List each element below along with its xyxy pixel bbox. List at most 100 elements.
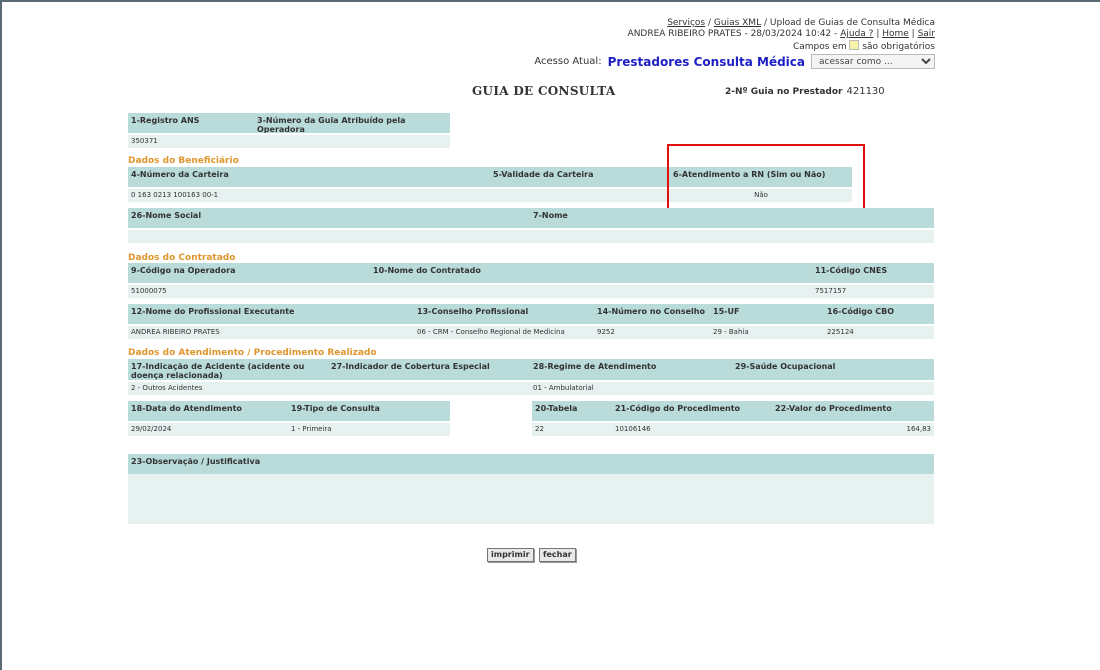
field-uf: 15-UF 29 - Bahia	[710, 304, 824, 339]
field-value	[370, 285, 812, 298]
num-guia-prestador: 2-Nº Guia no Prestador 421130	[725, 86, 885, 97]
breadcrumb-current: Upload de Guias de Consulta Médica	[769, 18, 935, 28]
field-value	[732, 382, 934, 395]
field-num-guia-operadora: 3-Número da Guia Atribuído pela Operador…	[254, 113, 450, 148]
header-nav: Serviços / Guias XML / Upload de Guias d…	[628, 18, 935, 53]
field-regime-atendimento: 28-Regime de Atendimento 01 - Ambulatori…	[530, 359, 732, 395]
field-nome-contratado: 10-Nome do Contratado	[370, 263, 812, 298]
field-label: 28-Regime de Atendimento	[530, 359, 732, 380]
user-info: ANDREA RIBEIRO PRATES - 28/03/2024 10:42…	[627, 29, 841, 39]
breadcrumb: Serviços / Guias XML / Upload de Guias d…	[628, 18, 935, 29]
field-label: 13-Conselho Profissional	[414, 304, 594, 324]
field-label: 1-Registro ANS	[128, 113, 254, 133]
field-indicacao-acidente: 17-Indicação de Acidente (acidente ou do…	[128, 359, 328, 395]
field-value: 06 - CRM - Conselho Regional de Medicina	[414, 326, 594, 339]
num-guia-prestador-label: 2-Nº Guia no Prestador	[725, 87, 843, 97]
field-label: 10-Nome do Contratado	[370, 263, 812, 283]
highlight-box	[667, 144, 865, 212]
field-value: 164,83	[772, 423, 934, 436]
field-codigo-cbo: 16-Código CBO 225124	[824, 304, 934, 339]
section-atendimento: Dados do Atendimento / Procedimento Real…	[128, 348, 377, 358]
field-label: 11-Código CNES	[812, 263, 934, 283]
field-value	[328, 382, 530, 395]
field-label: 22-Valor do Procedimento	[772, 401, 934, 421]
acesso-perfil: Prestadores Consulta Médica	[607, 54, 805, 69]
field-value: 0 163 0213 100163 00-1	[128, 189, 490, 202]
required-note: Campos em são obrigatórios	[628, 40, 935, 53]
ajuda-link[interactable]: Ajuda ?	[840, 29, 873, 39]
required-note-prefix: Campos em	[792, 42, 847, 52]
field-nome: 7-Nome	[530, 208, 934, 243]
field-value: 01 - Ambulatorial	[530, 382, 732, 395]
field-value	[128, 474, 934, 524]
breadcrumb-separator: /	[705, 18, 714, 28]
field-observacao: 23-Observação / Justificativa	[128, 454, 934, 524]
field-codigo-cnes: 11-Código CNES 7517157	[812, 263, 934, 298]
pipe-separator: |	[908, 29, 918, 39]
field-validade-carteira: 5-Validade da Carteira	[490, 167, 670, 202]
required-note-suffix: são obrigatórios	[862, 42, 935, 52]
field-label: 17-Indicação de Acidente (acidente ou do…	[128, 359, 328, 380]
required-color-swatch	[849, 40, 860, 50]
imprimir-button[interactable]: imprimir	[487, 548, 534, 562]
field-value: 29 - Bahia	[710, 326, 824, 339]
field-value: 350371	[128, 135, 254, 148]
field-value: 2 - Outros Acidentes	[128, 382, 328, 395]
field-label: 16-Código CBO	[824, 304, 934, 324]
field-value	[128, 230, 530, 243]
field-cobertura-especial: 27-Indicador de Cobertura Especial	[328, 359, 530, 395]
field-label: 15-UF	[710, 304, 824, 324]
field-value: 225124	[824, 326, 934, 339]
fechar-button[interactable]: fechar	[539, 548, 576, 562]
field-nome-social: 26-Nome Social	[128, 208, 530, 243]
field-registro-ans: 1-Registro ANS 350371	[128, 113, 254, 148]
field-valor-procedimento: 22-Valor do Procedimento 164,83	[772, 401, 934, 436]
window-top-border	[0, 0, 1100, 2]
field-value: 22	[532, 423, 612, 436]
section-contratado: Dados do Contratado	[128, 253, 236, 263]
field-codigo-operadora: 9-Código na Operadora 51000075	[128, 263, 370, 298]
window-left-border	[0, 0, 2, 670]
field-value: 29/02/2024	[128, 423, 288, 436]
section-beneficiario: Dados do Beneficiário	[128, 156, 239, 166]
field-value: 7517157	[812, 285, 934, 298]
field-label: 3-Número da Guia Atribuído pela Operador…	[254, 113, 450, 133]
field-numero-conselho: 14-Número no Conselho 9252	[594, 304, 710, 339]
field-value: 51000075	[128, 285, 370, 298]
acesso-atual: Acesso Atual: Prestadores Consulta Médic…	[534, 54, 935, 69]
user-line: ANDREA RIBEIRO PRATES - 28/03/2024 10:42…	[628, 29, 935, 40]
field-label: 9-Código na Operadora	[128, 263, 370, 283]
field-conselho-profissional: 13-Conselho Profissional 06 - CRM - Cons…	[414, 304, 594, 339]
field-label: 27-Indicador de Cobertura Especial	[328, 359, 530, 380]
field-label: 19-Tipo de Consulta	[288, 401, 450, 421]
sair-link[interactable]: Sair	[918, 29, 935, 39]
field-label: 7-Nome	[530, 208, 934, 228]
field-label: 20-Tabela	[532, 401, 612, 421]
breadcrumb-guias-xml-link[interactable]: Guias XML	[714, 18, 761, 28]
field-tabela: 20-Tabela 22	[532, 401, 612, 436]
field-label: 12-Nome do Profissional Executante	[128, 304, 414, 324]
field-data-atendimento: 18-Data do Atendimento 29/02/2024	[128, 401, 288, 436]
field-label: 21-Código do Procedimento	[612, 401, 772, 421]
page-title: GUIA DE CONSULTA	[472, 84, 616, 98]
field-label: 18-Data do Atendimento	[128, 401, 288, 421]
field-value: 9252	[594, 326, 710, 339]
field-label: 5-Validade da Carteira	[490, 167, 670, 187]
field-label: 14-Número no Conselho	[594, 304, 710, 324]
field-label: 26-Nome Social	[128, 208, 530, 228]
field-value	[254, 135, 450, 148]
field-label: 23-Observação / Justificativa	[128, 454, 934, 474]
breadcrumb-servicos-link[interactable]: Serviços	[667, 18, 705, 28]
field-value	[490, 189, 670, 202]
acesso-label: Acesso Atual:	[534, 56, 602, 67]
field-codigo-procedimento: 21-Código do Procedimento 10106146	[612, 401, 772, 436]
home-link[interactable]: Home	[882, 29, 909, 39]
field-num-carteira: 4-Número da Carteira 0 163 0213 100163 0…	[128, 167, 490, 202]
field-value: 10106146	[612, 423, 772, 436]
field-value: ANDREA RIBEIRO PRATES	[128, 326, 414, 339]
field-value: 1 - Primeira	[288, 423, 450, 436]
acessar-como-select[interactable]: acessar como ...	[811, 54, 935, 69]
field-label: 29-Saúde Ocupacional	[732, 359, 934, 380]
field-saude-ocupacional: 29-Saúde Ocupacional	[732, 359, 934, 395]
pipe-separator: |	[873, 29, 883, 39]
